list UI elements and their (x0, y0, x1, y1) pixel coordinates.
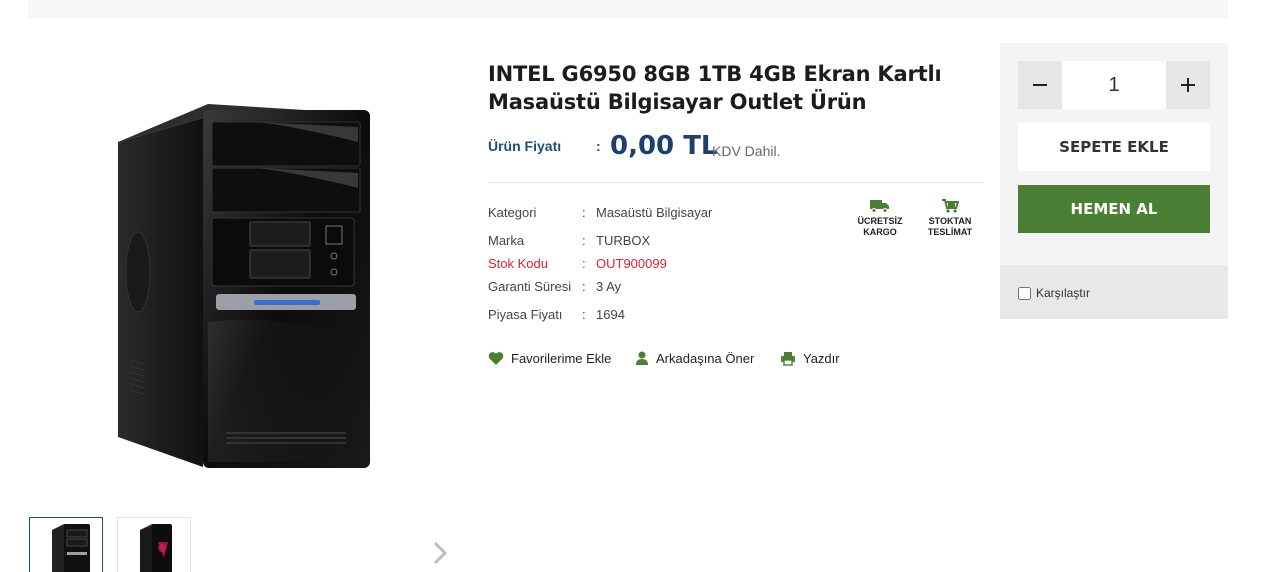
spec-colon: : (582, 233, 586, 248)
free-shipping-line-1: ÜCRETSİZ (857, 216, 903, 226)
user-icon (636, 351, 648, 365)
printer-icon (781, 352, 795, 366)
recommend-label: Arkadaşına Öner (656, 351, 755, 366)
spec-colon: : (582, 279, 586, 294)
stock-line-2: TESLİMAT (927, 227, 973, 237)
spec-value: Masaüstü Bilgisayar (596, 205, 713, 220)
spec-key: Kategori (488, 205, 537, 220)
heart-icon (488, 352, 504, 365)
add-to-cart-button[interactable]: SEPETE EKLE (1018, 123, 1210, 171)
spec-value: TURBOX (596, 233, 651, 248)
plus-icon (1181, 78, 1195, 92)
cart-icon (942, 199, 959, 213)
quantity-input[interactable] (1062, 61, 1166, 109)
spec-key: Garanti Süresi (488, 279, 572, 294)
free-shipping-line-2: KARGO (863, 227, 897, 237)
free-shipping-badge: ÜCRETSİZ KARGO (852, 199, 908, 238)
quantity-increase-button[interactable] (1166, 61, 1210, 109)
price-label: Ürün Fiyatı (488, 138, 562, 154)
thumbnail-strip (28, 515, 458, 572)
top-strip (28, 0, 1228, 18)
favorites-label: Favorilerime Ekle (511, 351, 612, 366)
spec-key: Marka (488, 233, 525, 248)
add-to-favorites-link[interactable]: Favorilerime Ekle (488, 351, 611, 366)
product-main-image[interactable] (108, 102, 376, 474)
divider (488, 182, 984, 183)
truck-icon (870, 200, 889, 213)
spec-value: OUT900099 (596, 256, 667, 271)
recommend-to-friend-link[interactable]: Arkadaşına Öner (635, 351, 754, 366)
product-title: INTEL G6950 8GB 1TB 4GB Ekran Kartlı Mas… (488, 60, 958, 116)
print-label: Yazdır (803, 351, 840, 366)
price-value: 0,00 TL (610, 131, 718, 161)
compare-label: Karşılaştır (1036, 286, 1091, 300)
cart-box: SEPETE EKLE HEMEN AL Karşılaştır (1000, 43, 1228, 319)
product-title-line-1: INTEL G6950 8GB 1TB 4GB Ekran Kartlı (488, 62, 942, 86)
spec-colon: : (582, 205, 586, 220)
quantity-decrease-button[interactable] (1018, 61, 1062, 109)
compare-checkbox[interactable] (1018, 286, 1031, 300)
thumbnail-next-arrow[interactable] (430, 541, 450, 565)
minus-icon (1033, 84, 1047, 86)
thumbnail-prev-arrow[interactable] (36, 541, 56, 565)
product-title-line-2: Masaüstü Bilgisayar Outlet Ürün (488, 90, 867, 114)
stock-line-1: STOKTAN (928, 216, 972, 226)
print-link[interactable]: Yazdır (780, 351, 840, 366)
price-vat-note: KDV Dahil. (712, 143, 781, 159)
spec-key: Piyasa Fiyatı (488, 307, 563, 322)
buy-now-button[interactable]: HEMEN AL (1018, 185, 1210, 233)
price-colon: : (596, 138, 601, 154)
compare-option[interactable]: Karşılaştır (1018, 286, 1090, 300)
spec-colon: : (582, 307, 586, 322)
spec-key: Stok Kodu (488, 256, 548, 271)
thumbnail-2[interactable] (117, 517, 191, 572)
spec-value: 3 Ay (596, 279, 622, 294)
spec-colon: : (582, 256, 586, 271)
in-stock-delivery-badge: STOKTAN TESLİMAT (920, 199, 980, 238)
spec-value: 1694 (596, 307, 625, 322)
